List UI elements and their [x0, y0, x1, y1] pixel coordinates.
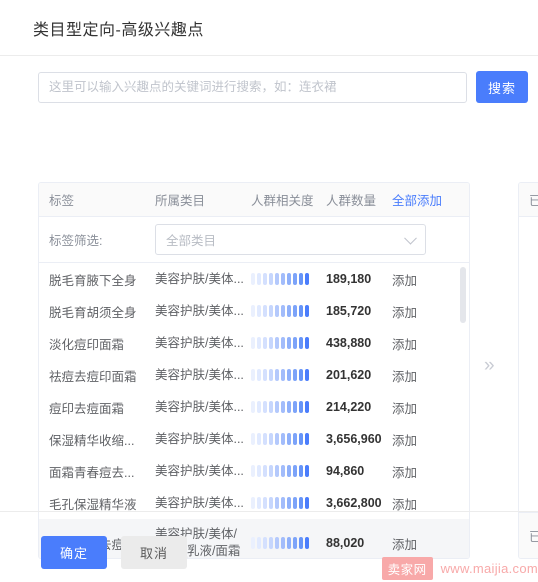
confirm-button[interactable]: 确定	[41, 536, 107, 569]
chevrons-right-icon[interactable]: »	[484, 356, 495, 375]
row-add-button[interactable]: 添加	[392, 494, 452, 513]
tag-filter-row: 标签筛选: 全部类目	[39, 217, 469, 263]
vertical-scrollbar-thumb[interactable]	[460, 267, 466, 323]
row-category: 美容护肤/美体...	[155, 271, 244, 286]
row-relevance	[251, 433, 326, 445]
column-header-relevance: 人群相关度	[251, 194, 314, 208]
column-header-category: 所属类目	[155, 194, 206, 208]
chevron-down-icon	[404, 231, 417, 245]
row-category: 美容护肤/美体...	[155, 495, 244, 510]
row-category: 美容护肤/美体...	[155, 463, 244, 478]
row-tag: 面霜青春痘去...	[49, 465, 135, 480]
row-relevance	[251, 497, 326, 509]
row-category: 美容护肤/美体...	[155, 303, 244, 318]
row-category: 美容护肤/美体...	[155, 367, 244, 382]
row-tag: 祛痘去痘印面霜	[49, 369, 137, 384]
row-add-button[interactable]: 添加	[392, 366, 452, 385]
relevance-bar-indicator	[251, 369, 326, 381]
relevance-bar-indicator	[251, 465, 326, 477]
category-select-value: 全部类目	[166, 234, 217, 248]
column-header-count: 人群数量	[326, 194, 377, 208]
row-category: 美容护肤/美体...	[155, 399, 244, 414]
selected-panel-header: 已	[519, 183, 538, 217]
row-tag: 保湿精华收缩...	[49, 433, 135, 448]
row-tag: 脱毛育胡须全身	[49, 305, 137, 320]
row-count: 189,180	[326, 272, 372, 286]
relevance-bar-indicator	[251, 433, 326, 445]
row-tag: 痘印去痘面霜	[49, 401, 125, 416]
row-category: 美容护肤/美体...	[155, 335, 244, 350]
cancel-button[interactable]: 取消	[121, 536, 187, 569]
row-count: 94,860	[326, 464, 365, 478]
table-row[interactable]: 祛痘去痘印面霜 美容护肤/美体... 201,620 添加	[39, 359, 469, 391]
relevance-bar-indicator	[251, 337, 326, 349]
watermark: 卖家网 www.maijia.com	[381, 557, 538, 580]
row-count: 214,220	[326, 400, 372, 414]
row-relevance	[251, 273, 326, 285]
row-count: 185,720	[326, 304, 372, 318]
row-count: 201,620	[326, 368, 372, 382]
row-relevance	[251, 305, 326, 317]
dialog-header: 类目型定向-高级兴趣点	[0, 0, 538, 56]
table-row[interactable]: 脱毛育腋下全身 美容护肤/美体... 189,180 添加	[39, 263, 469, 295]
relevance-bar-indicator	[251, 401, 326, 413]
table-row[interactable]: 淡化痘印面霜 美容护肤/美体... 438,880 添加	[39, 327, 469, 359]
interest-table-panel: 标签 所属类目 人群相关度 人群数量 全部添加 标签筛选: 全部类目 脱毛育腋下…	[38, 182, 470, 559]
row-add-button[interactable]: 添加	[392, 270, 452, 289]
row-count: 3,662,800	[326, 496, 382, 510]
dialog-body: 搜索 标签 所属类目 人群相关度 人群数量 全部添加 标签筛选: 全部类目 脱毛…	[0, 56, 538, 559]
row-relevance	[251, 465, 326, 477]
category-select[interactable]: 全部类目	[155, 224, 426, 255]
add-all-link[interactable]: 全部添加	[392, 190, 452, 209]
row-add-button[interactable]: 添加	[392, 302, 452, 321]
table-row[interactable]: 保湿精华收缩... 美容护肤/美体... 3,656,960 添加	[39, 423, 469, 455]
row-tag: 脱毛育腋下全身	[49, 273, 137, 288]
row-count: 3,656,960	[326, 432, 382, 446]
selected-items-panel: 已 已	[518, 182, 538, 559]
row-relevance	[251, 337, 326, 349]
row-count: 438,880	[326, 336, 372, 350]
page-title: 类目型定向-高级兴趣点	[33, 21, 204, 39]
row-add-button[interactable]: 添加	[392, 398, 452, 417]
column-header-tag: 标签	[49, 194, 75, 208]
row-add-button[interactable]: 添加	[392, 334, 452, 353]
tag-filter-label: 标签筛选:	[49, 234, 103, 248]
table-row[interactable]: 面霜青春痘去... 美容护肤/美体... 94,860 添加	[39, 455, 469, 487]
relevance-bar-indicator	[251, 497, 326, 509]
row-add-button[interactable]: 添加	[392, 462, 452, 481]
table-header-row: 标签 所属类目 人群相关度 人群数量 全部添加	[39, 183, 469, 217]
table-row[interactable]: 痘印去痘面霜 美容护肤/美体... 214,220 添加	[39, 391, 469, 423]
watermark-url: www.maijia.com	[440, 561, 538, 576]
relevance-bar-indicator	[251, 305, 326, 317]
row-tag: 淡化痘印面霜	[49, 337, 125, 352]
row-add-button[interactable]: 添加	[392, 430, 452, 449]
watermark-badge: 卖家网	[381, 557, 433, 580]
row-relevance	[251, 401, 326, 413]
table-row[interactable]: 脱毛育胡须全身 美容护肤/美体... 185,720 添加	[39, 295, 469, 327]
search-button[interactable]: 搜索	[476, 71, 528, 103]
search-row: 搜索	[0, 56, 538, 103]
row-tag: 毛孔保湿精华液	[49, 497, 137, 512]
row-relevance	[251, 369, 326, 381]
search-input[interactable]	[38, 71, 467, 103]
row-category: 美容护肤/美体...	[155, 431, 244, 446]
relevance-bar-indicator	[251, 273, 326, 285]
